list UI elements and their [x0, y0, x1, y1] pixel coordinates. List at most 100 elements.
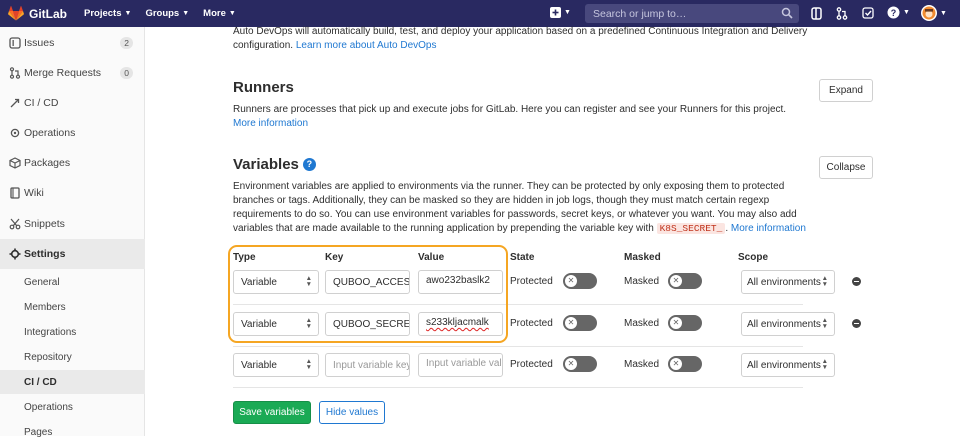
sidebar-item-snippets[interactable]: Snippets — [0, 209, 145, 239]
issues-count-badge: 2 — [120, 37, 133, 49]
nav-groups[interactable]: Groups ▼ — [145, 8, 189, 19]
auto-devops-text: Auto DevOps will automatically build, te… — [233, 26, 808, 51]
user-menu[interactable]: ▼ — [921, 5, 947, 21]
masked-toggle[interactable]: ✕ — [668, 273, 702, 289]
nav-projects[interactable]: Projects ▼ — [84, 8, 131, 19]
k8s-secret-code: K8S_SECRET_ — [656, 223, 726, 234]
scope-select[interactable]: All environments ▲ ▼ — [741, 270, 835, 294]
sidebar: Issues 2 Merge Requests 0 CI / CD Operat… — [0, 27, 145, 438]
close-icon: ✕ — [670, 317, 682, 329]
sidebar-toggle-icon[interactable] — [811, 7, 822, 20]
sidebar-item-wiki[interactable]: Wiki — [0, 178, 145, 208]
masked-label: Masked — [624, 276, 660, 287]
state-label: Protected — [510, 359, 553, 370]
sidebar-item-packages[interactable]: Packages — [0, 148, 145, 178]
masked-label: Masked — [624, 318, 660, 329]
protected-toggle[interactable]: ✕ — [563, 273, 597, 289]
avatar — [921, 5, 937, 21]
select-arrows-icon: ▲ ▼ — [821, 358, 828, 371]
gitlab-fox-icon — [8, 6, 24, 21]
new-item-button[interactable]: ▼ — [550, 7, 571, 18]
rocket-icon — [10, 98, 20, 108]
scope-select[interactable]: All environments ▲ ▼ — [741, 312, 835, 336]
chevron-down-icon: ▼ — [182, 10, 190, 17]
protected-toggle[interactable]: ✕ — [563, 315, 597, 331]
sidebar-item-ci-cd[interactable]: CI / CD — [0, 88, 145, 118]
merge-request-icon[interactable] — [836, 7, 848, 20]
row-divider — [233, 346, 803, 347]
sidebar-item-operations[interactable]: Operations — [0, 118, 145, 148]
sidebar-subitem-repository[interactable]: Repository — [24, 352, 72, 363]
package-icon — [9, 157, 21, 169]
help-menu[interactable]: ? ▼ — [887, 6, 910, 19]
select-arrows-icon: ▲ ▼ — [305, 358, 312, 371]
column-header-scope: Scope — [738, 252, 769, 263]
column-header-masked: Masked — [624, 252, 661, 263]
top-navbar: GitLab Projects ▼ Groups ▼ More ▼ ▼ Search … — [0, 0, 960, 27]
sidebar-subitem-pages[interactable]: Pages — [24, 427, 52, 438]
new-variable-value-input[interactable]: Input variable value — [418, 353, 503, 377]
runners-more-info-link[interactable]: More information — [233, 118, 308, 129]
chevron-down-icon: ▼ — [564, 9, 571, 16]
app-name: GitLab — [29, 6, 67, 21]
svg-text:?: ? — [891, 8, 897, 18]
remove-variable-icon[interactable] — [852, 277, 861, 286]
sidebar-subitem-integrations[interactable]: Integrations — [24, 327, 76, 338]
gitlab-logo[interactable]: GitLab — [8, 6, 76, 21]
save-variables-button[interactable]: Save variables — [233, 401, 311, 424]
state-label: Protected — [510, 318, 553, 329]
chevron-down-icon: ▼ — [903, 9, 910, 16]
highlight-annotation — [228, 245, 508, 343]
row-divider — [233, 387, 803, 388]
scope-select[interactable]: All environments ▲ ▼ — [741, 353, 835, 377]
variables-collapse-button[interactable]: Collapse — [819, 156, 873, 179]
close-icon: ✕ — [565, 275, 577, 287]
search-input[interactable]: Search or jump to… — [585, 4, 799, 23]
close-icon: ✕ — [565, 358, 577, 370]
close-icon: ✕ — [670, 275, 682, 287]
select-arrows-icon: ▲ ▼ — [821, 275, 828, 288]
sidebar-item-merge-requests[interactable]: Merge Requests 0 — [0, 58, 145, 88]
sidebar-item-settings[interactable]: Settings — [0, 239, 145, 269]
runners-title: Runners — [233, 79, 294, 96]
gear-icon — [9, 248, 21, 260]
hide-values-button[interactable]: Hide values — [319, 401, 385, 424]
new-variable-key-input[interactable]: Input variable key — [325, 353, 410, 377]
search-icon — [781, 7, 793, 19]
sidebar-subitem-operations[interactable]: Operations — [24, 402, 73, 413]
issues-icon — [9, 37, 21, 49]
chevron-down-icon: ▼ — [940, 9, 947, 17]
variables-more-info-link[interactable]: More information — [731, 223, 806, 234]
runners-description: Runners are processes that pick up and e… — [233, 104, 787, 129]
remove-variable-icon[interactable] — [852, 319, 861, 328]
chevron-down-icon: ▼ — [124, 10, 132, 17]
variables-description: Environment variables are applied to env… — [233, 181, 806, 234]
scissors-icon — [9, 218, 21, 230]
runners-expand-button[interactable]: Expand — [819, 79, 873, 102]
sidebar-item-issues[interactable]: Issues 2 — [0, 28, 145, 58]
help-icon[interactable]: ? — [302, 157, 316, 171]
protected-toggle[interactable]: ✕ — [563, 356, 597, 372]
state-label: Protected — [510, 276, 553, 287]
sidebar-subitem-members[interactable]: Members — [24, 302, 66, 313]
close-icon: ✕ — [565, 317, 577, 329]
variable-type-select[interactable]: Variable ▲ ▼ — [233, 353, 319, 377]
masked-label: Masked — [624, 359, 660, 370]
help-icon: ? — [887, 6, 900, 19]
select-arrows-icon: ▲ ▼ — [821, 317, 828, 330]
nav-more[interactable]: More ▼ — [203, 8, 236, 19]
sidebar-subitem-ci-cd[interactable]: CI / CD — [24, 377, 57, 388]
sidebar-subitem-general[interactable]: General — [24, 277, 60, 288]
column-header-state: State — [510, 252, 535, 263]
plus-square-icon — [550, 7, 561, 18]
masked-toggle[interactable]: ✕ — [668, 356, 702, 372]
chevron-down-icon: ▼ — [228, 10, 236, 17]
merge-requests-count-badge: 0 — [120, 67, 133, 79]
sidebar-subitem-active-bg — [0, 370, 145, 394]
variables-title: Variables? — [233, 156, 316, 173]
merge-request-icon — [9, 67, 21, 79]
masked-toggle[interactable]: ✕ — [668, 315, 702, 331]
auto-devops-link[interactable]: Learn more about Auto DevOps — [296, 40, 437, 51]
book-icon — [10, 187, 20, 199]
todo-check-icon[interactable] — [862, 7, 874, 20]
